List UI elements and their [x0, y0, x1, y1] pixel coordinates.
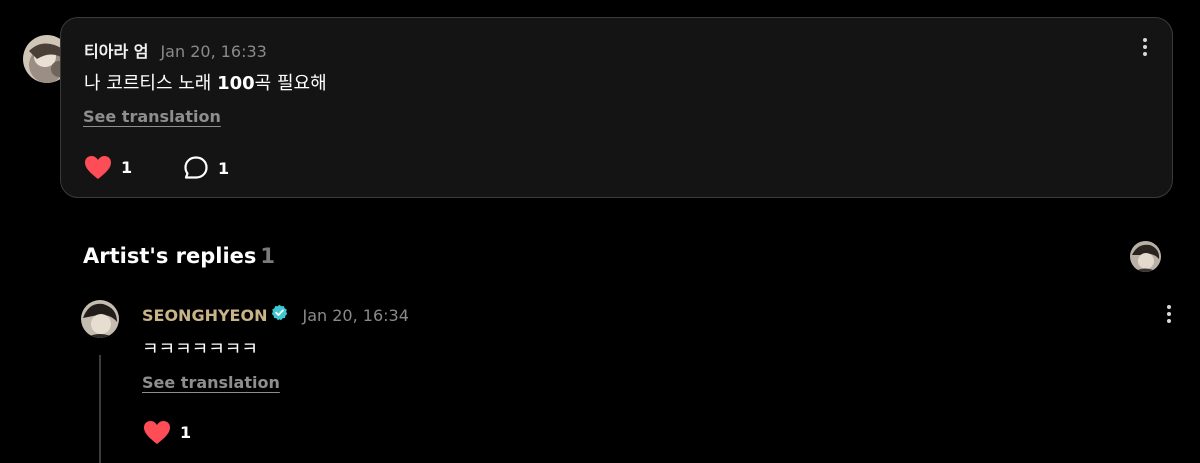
comment-timestamp: Jan 20, 16:33	[160, 42, 267, 61]
comment-like-button[interactable]: 1	[84, 155, 132, 180]
reply-timestamp: Jan 20, 16:34	[302, 306, 409, 325]
comment-more-icon[interactable]	[1135, 36, 1155, 58]
comment-header: 티아라 엄 Jan 20, 16:33	[84, 38, 267, 62]
reply-header: SEONGHYEON Jan 20, 16:34	[142, 304, 409, 325]
heart-icon	[85, 156, 111, 179]
heart-icon	[144, 421, 170, 444]
reply-see-translation-link[interactable]: See translation	[142, 373, 280, 392]
see-translation-link[interactable]: See translation	[83, 107, 221, 126]
reply-like-count: 1	[180, 423, 192, 442]
reply-author-avatar[interactable]	[81, 300, 119, 338]
verified-badge-icon	[272, 304, 288, 321]
comment-reply-count: 1	[218, 158, 230, 178]
artist-replies-count: 1	[260, 244, 276, 268]
speech-bubble-icon	[184, 156, 208, 179]
comment-card: 티아라 엄 Jan 20, 16:33 나 코르티스 노래 100곡 필요해 S…	[60, 17, 1173, 198]
comment-text: 나 코르티스 노래 100곡 필요해	[84, 69, 327, 95]
artist-replies-title: Artist's replies	[83, 244, 257, 268]
comment-reply-button[interactable]: 1	[183, 155, 229, 181]
thread-connector-line	[99, 355, 101, 463]
comment-author-name[interactable]: 티아라 엄	[84, 38, 148, 62]
artist-replies-header: Artist's replies 1	[83, 244, 275, 268]
reply-more-icon[interactable]	[1159, 303, 1179, 325]
comment-text-part: 나 코르티스 노래	[84, 73, 218, 94]
reply-author-name[interactable]: SEONGHYEON	[142, 306, 267, 325]
reply-like-button[interactable]: 1	[143, 420, 191, 445]
comment-like-count: 1	[121, 158, 133, 177]
comment-text-part: 곡 필요해	[254, 73, 327, 94]
artist-avatar-thumbnail[interactable]	[1130, 241, 1161, 272]
reply-text: ㅋㅋㅋㅋㅋㅋㅋ	[142, 339, 258, 360]
comment-text-number: 100	[217, 73, 255, 94]
